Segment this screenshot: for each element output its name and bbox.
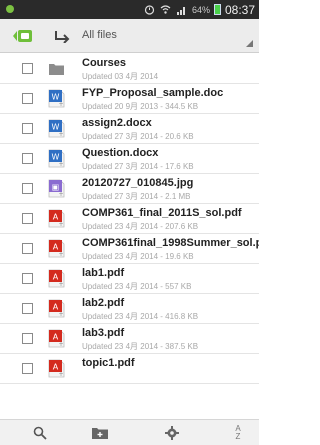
file-name: COMP361final_1998Summer_sol.pdf (82, 237, 259, 249)
notification-icon (6, 5, 14, 13)
file-name: lab2.pdf (82, 297, 125, 309)
file-row[interactable]: A + lab3.pdf Updated 23 4月 2014 - 387.5 KB (0, 324, 259, 354)
file-row[interactable]: W + FYP_Proposal_sample.doc Updated 20 9月 2… (0, 84, 259, 114)
pdf-icon: A + (48, 359, 65, 378)
toolbar: All files (0, 19, 259, 53)
file-row[interactable]: A + topic1.pdf (0, 354, 259, 384)
select-checkbox[interactable] (22, 153, 33, 164)
file-row[interactable]: Courses Updated 03 4月 2014 (0, 54, 259, 84)
file-meta: Updated 27 3月 2014 - 17.6 KB (82, 162, 194, 171)
svg-text:+: + (58, 161, 63, 168)
file-name: lab3.pdf (82, 327, 125, 339)
pdf-icon: A + (48, 209, 65, 228)
file-row[interactable]: A + COMP361final_1998Summer_sol.pdf Updated… (0, 234, 259, 264)
app-home-icon (13, 30, 32, 42)
search-icon (33, 426, 47, 440)
current-folder-label: All files (82, 29, 117, 41)
word-doc-icon: W + (48, 89, 65, 108)
svg-text:+: + (58, 251, 63, 258)
pdf-icon: A + (48, 239, 65, 258)
gear-icon (165, 426, 179, 440)
status-right: 64% 08:37 (144, 0, 255, 19)
file-name: FYP_Proposal_sample.doc (82, 87, 224, 99)
svg-text:+: + (58, 191, 63, 198)
image-file-icon: ▣ + (48, 179, 65, 198)
file-row[interactable]: A + lab2.pdf Updated 23 4月 2014 - 416.8 KB (0, 294, 259, 324)
file-meta: Updated 20 9月 2013 - 344.5 KB (82, 102, 199, 111)
svg-text:+: + (58, 131, 63, 138)
svg-text:+: + (58, 221, 63, 228)
select-checkbox[interactable] (22, 123, 33, 134)
wifi-icon (160, 4, 172, 16)
file-name: assign2.docx (82, 117, 152, 129)
file-meta: Updated 03 4月 2014 (82, 72, 159, 81)
sort-az-icon: A Z (235, 425, 240, 441)
dropdown-corner-icon[interactable] (246, 40, 253, 47)
svg-text:+: + (58, 371, 63, 378)
select-checkbox[interactable] (22, 273, 33, 284)
battery-icon (213, 4, 221, 15)
svg-text:+: + (58, 101, 63, 108)
file-name: 20120727_010845.jpg (82, 177, 194, 189)
status-clock: 08:37 (224, 2, 255, 17)
signal-icon (176, 4, 188, 16)
file-list: Courses Updated 03 4月 2014 W + FYP_Proposal_… (0, 54, 259, 419)
word-doc-icon: W + (48, 149, 65, 168)
word-doc-icon: W + (48, 119, 65, 138)
sort-label-bottom: Z (235, 432, 241, 441)
up-button[interactable] (52, 26, 72, 46)
select-checkbox[interactable] (22, 303, 33, 314)
sort-button[interactable]: A Z (228, 424, 248, 442)
file-row[interactable]: ▣ + 20120727_010845.jpg Updated 27 3月 2014 … (0, 174, 259, 204)
pdf-icon: A + (48, 269, 65, 288)
svg-text:+: + (58, 341, 63, 348)
svg-text:+: + (58, 311, 63, 318)
select-checkbox[interactable] (22, 243, 33, 254)
file-row[interactable]: A + COMP361_final_2011S_sol.pdf Updated 23 … (0, 204, 259, 234)
file-row[interactable]: W + assign2.docx Updated 27 3月 2014 - 20.6 … (0, 114, 259, 144)
file-name: COMP361_final_2011S_sol.pdf (82, 207, 242, 219)
svg-text:+: + (58, 281, 63, 288)
file-meta: Updated 23 4月 2014 - 416.8 KB (82, 312, 199, 321)
file-meta: Updated 27 3月 2014 - 2.1 MB (82, 192, 191, 201)
file-name: lab1.pdf (82, 267, 125, 279)
settings-button[interactable] (162, 424, 182, 442)
file-row[interactable]: W + Question.docx Updated 27 3月 2014 - 17.6… (0, 144, 259, 174)
bottom-action-bar: A Z (0, 419, 259, 445)
file-meta: Updated 23 4月 2014 - 557 KB (82, 282, 192, 291)
select-checkbox[interactable] (22, 333, 33, 344)
file-meta: Updated 23 4月 2014 - 207.6 KB (82, 222, 199, 231)
select-checkbox[interactable] (22, 63, 33, 74)
alarm-icon (144, 4, 156, 16)
select-checkbox[interactable] (22, 183, 33, 194)
file-name: Courses (82, 57, 127, 69)
battery-percent: 64% (191, 4, 210, 15)
select-checkbox[interactable] (22, 213, 33, 224)
pdf-icon: A + (48, 329, 65, 348)
search-button[interactable] (30, 424, 50, 442)
file-name: topic1.pdf (82, 357, 135, 369)
pdf-icon: A + (48, 299, 65, 318)
file-meta: Updated 23 4月 2014 - 387.5 KB (82, 342, 199, 351)
home-button[interactable] (8, 26, 38, 46)
folder-icon (48, 59, 65, 78)
file-meta: Updated 23 4月 2014 - 19.6 KB (82, 252, 194, 261)
select-checkbox[interactable] (22, 363, 33, 374)
new-folder-button[interactable] (90, 424, 110, 442)
file-name: Question.docx (82, 147, 159, 159)
file-row[interactable]: A + lab1.pdf Updated 23 4月 2014 - 557 KB (0, 264, 259, 294)
new-folder-icon (92, 428, 108, 439)
select-checkbox[interactable] (22, 93, 33, 104)
status-bar: 64% 08:37 (0, 0, 259, 19)
up-arrow-icon (55, 31, 70, 43)
file-meta: Updated 27 3月 2014 - 20.6 KB (82, 132, 194, 141)
